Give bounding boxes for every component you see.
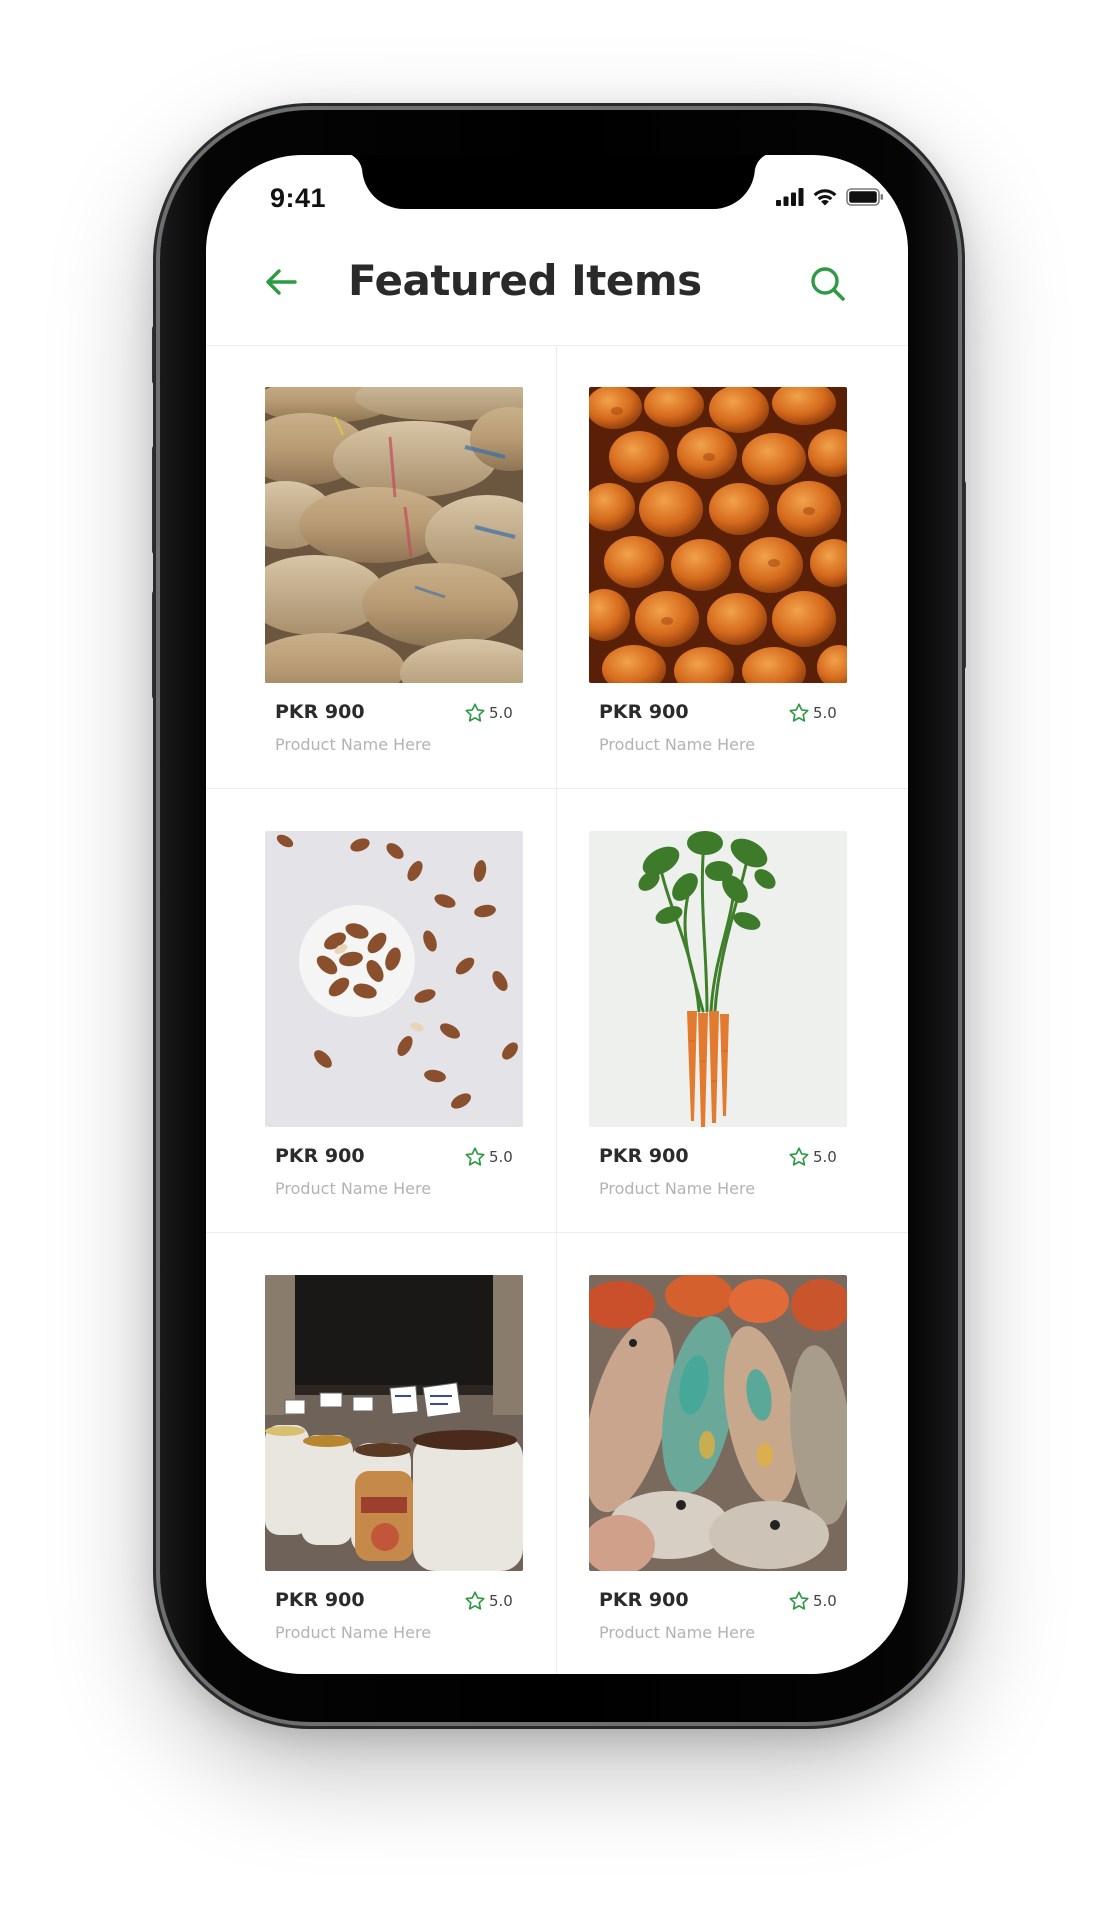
- product-card[interactable]: PKR 900 5.0 Product Name Here: [206, 345, 557, 789]
- product-image-almonds: [265, 831, 523, 1127]
- product-grid: PKR 900 5.0 Product Name Here PKR 900 5.…: [206, 345, 908, 1674]
- app-header: Featured Items: [206, 250, 908, 346]
- battery-icon: [846, 187, 883, 206]
- product-rating: 5.0: [464, 1146, 513, 1168]
- phone-screen: 9:41 Featured Items PKR 900 5.0 Product …: [206, 155, 908, 1674]
- star-icon: [789, 1591, 809, 1610]
- notch: [342, 155, 775, 209]
- phone-frame: 9:41 Featured Items PKR 900 5.0 Product …: [160, 110, 958, 1722]
- product-card[interactable]: PKR 900 5.0 Product Name Here: [557, 1233, 908, 1674]
- star-icon: [465, 1147, 485, 1166]
- product-image-spice-sacks: [265, 1275, 523, 1571]
- rating-value: 5.0: [813, 704, 837, 722]
- product-card[interactable]: PKR 900 5.0 Product Name Here: [557, 345, 908, 789]
- rating-value: 5.0: [813, 1148, 837, 1166]
- product-image-carrots: [589, 831, 847, 1127]
- product-card[interactable]: PKR 900 5.0 Product Name Here: [557, 789, 908, 1233]
- star-icon: [789, 1147, 809, 1166]
- product-price: PKR 900: [275, 701, 365, 723]
- product-name: Product Name Here: [275, 735, 432, 754]
- star-icon: [465, 703, 485, 722]
- rating-value: 5.0: [813, 1592, 837, 1610]
- product-card[interactable]: PKR 900 5.0 Product Name Here: [206, 1233, 557, 1674]
- back-button[interactable]: [261, 262, 301, 302]
- product-name: Product Name Here: [275, 1179, 432, 1198]
- star-icon: [465, 1591, 485, 1610]
- rating-value: 5.0: [489, 704, 513, 722]
- product-name: Product Name Here: [275, 1623, 432, 1642]
- product-price: PKR 900: [275, 1589, 365, 1611]
- page-title: Featured Items: [348, 256, 702, 305]
- product-price: PKR 900: [599, 1145, 689, 1167]
- search-button[interactable]: [806, 262, 850, 306]
- product-card[interactable]: PKR 900 5.0 Product Name Here: [206, 789, 557, 1233]
- wifi-icon: [813, 189, 837, 206]
- product-image-dried-apricots: [589, 387, 847, 683]
- product-image-fish: [589, 1275, 847, 1571]
- product-rating: 5.0: [464, 702, 513, 724]
- product-name: Product Name Here: [599, 735, 756, 754]
- product-price: PKR 900: [599, 1589, 689, 1611]
- signal-icon: [776, 187, 804, 206]
- product-rating: 5.0: [788, 1146, 837, 1168]
- status-time: 9:41: [270, 183, 327, 213]
- product-price: PKR 900: [275, 1145, 365, 1167]
- arrow-left-icon: [266, 269, 297, 295]
- product-rating: 5.0: [788, 702, 837, 724]
- product-rating: 5.0: [788, 1590, 837, 1612]
- star-icon: [789, 703, 809, 722]
- product-price: PKR 900: [599, 701, 689, 723]
- product-name: Product Name Here: [599, 1179, 756, 1198]
- product-rating: 5.0: [464, 1590, 513, 1612]
- rating-value: 5.0: [489, 1148, 513, 1166]
- rating-value: 5.0: [489, 1592, 513, 1610]
- status-icons: [776, 187, 884, 206]
- product-image-burlap-sacks: [265, 387, 523, 683]
- product-name: Product Name Here: [599, 1623, 756, 1642]
- search-icon: [811, 267, 845, 301]
